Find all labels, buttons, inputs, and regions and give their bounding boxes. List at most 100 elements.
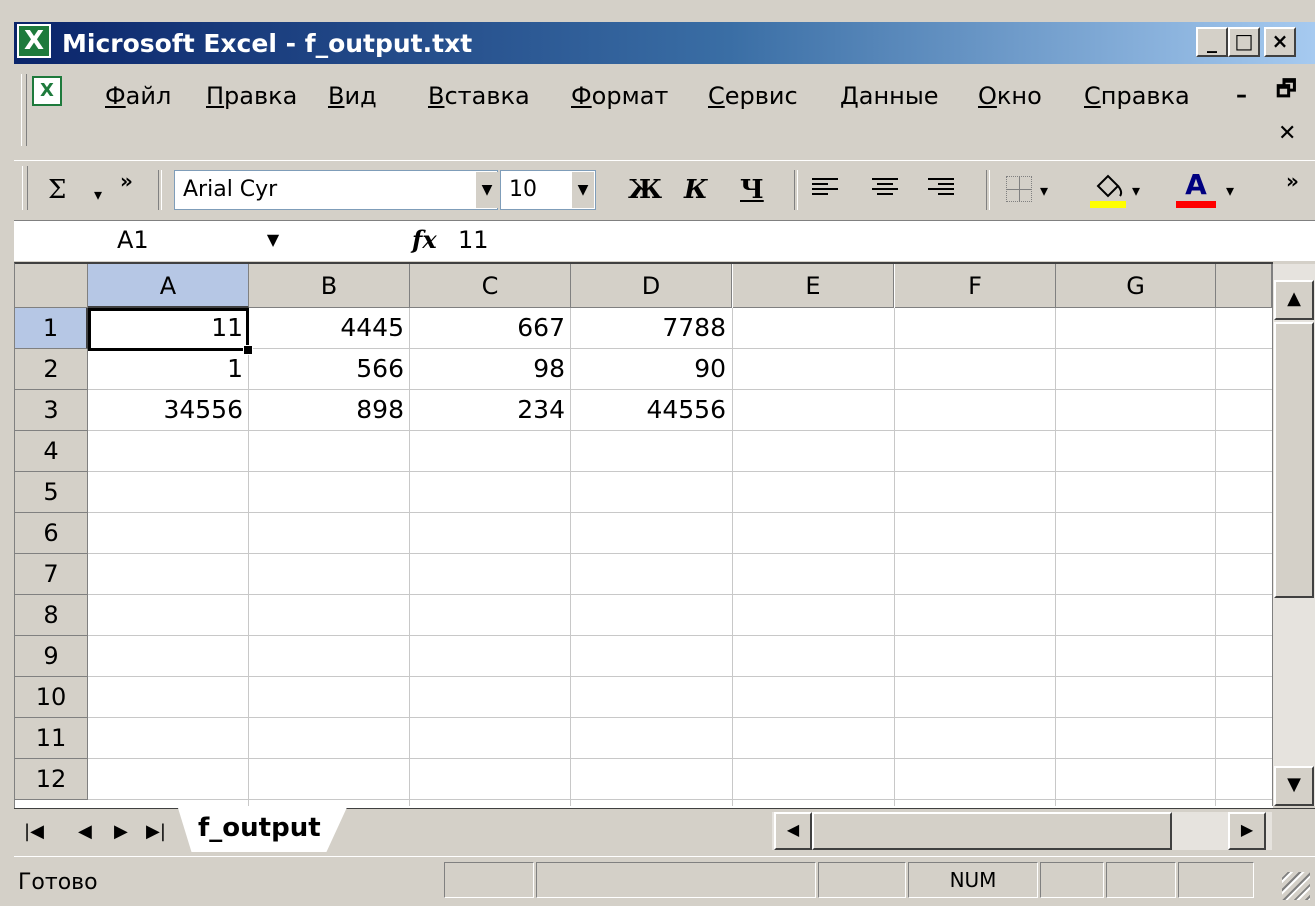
column-header-e[interactable]: E	[733, 264, 894, 308]
scroll-right-button[interactable]: ▶	[1228, 812, 1266, 850]
doc-restore-button[interactable]: 🗗	[1276, 78, 1297, 102]
menu-edit[interactable]: Правка	[206, 82, 297, 110]
cell-b3[interactable]: 898	[249, 390, 410, 430]
row-header-9[interactable]: 9	[15, 636, 88, 677]
name-box[interactable]: A1	[14, 222, 290, 258]
menu-tools[interactable]: Сервис	[708, 82, 798, 110]
autosum-button[interactable]: Σ	[48, 175, 66, 205]
toolbar-separator	[794, 170, 798, 210]
toolbar-overflow-button[interactable]: »	[1286, 166, 1299, 196]
borders-dropdown-icon[interactable]: ▾	[1040, 182, 1048, 200]
cell-d2[interactable]: 90	[571, 349, 732, 389]
row-header-7[interactable]: 7	[15, 554, 88, 595]
name-box-dropdown-icon[interactable]: ▼	[258, 222, 288, 258]
align-right-icon[interactable]	[928, 178, 954, 200]
row-gridline	[88, 430, 1272, 431]
scroll-up-button[interactable]: ▲	[1274, 280, 1314, 320]
cell-b2[interactable]: 566	[249, 349, 410, 389]
scroll-left-button[interactable]: ◀	[774, 812, 812, 850]
underline-button[interactable]: Ч	[740, 175, 764, 205]
fill-handle[interactable]	[243, 345, 253, 355]
column-header-b[interactable]: B	[249, 264, 410, 308]
column-header-d[interactable]: D	[571, 264, 732, 308]
toolbar-grip[interactable]	[22, 166, 28, 210]
italic-button[interactable]: К	[684, 175, 708, 205]
menu-data[interactable]: Данные	[840, 82, 939, 110]
next-sheet-button[interactable]: ▶	[114, 818, 128, 846]
menu-view[interactable]: Вид	[328, 82, 377, 110]
menu-bar-grip[interactable]	[21, 74, 27, 146]
row-header-3[interactable]: 3	[15, 390, 88, 431]
column-gridline	[1055, 308, 1056, 806]
font-color-dropdown-icon[interactable]: ▾	[1226, 182, 1234, 200]
row-header-4[interactable]: 4	[15, 431, 88, 472]
last-sheet-button[interactable]: ▶|	[146, 818, 166, 846]
toolbar-more-button[interactable]: »	[120, 166, 133, 196]
bold-button[interactable]: Ж	[628, 175, 662, 205]
toolbar-separator	[158, 170, 162, 210]
menu-help[interactable]: Справка	[1084, 82, 1190, 110]
fill-color-icon[interactable]	[1090, 172, 1126, 208]
row-gridline	[88, 635, 1272, 636]
vertical-scroll-thumb[interactable]	[1274, 322, 1314, 598]
cell-b1[interactable]: 4445	[249, 308, 410, 348]
first-sheet-button[interactable]: |◀	[24, 818, 44, 846]
autosum-dropdown-icon[interactable]: ▾	[94, 186, 102, 204]
column-header-c[interactable]: C	[410, 264, 571, 308]
row-header-5[interactable]: 5	[15, 472, 88, 513]
menu-file[interactable]: Файл	[105, 82, 171, 110]
row-header-8[interactable]: 8	[15, 595, 88, 636]
row-gridline	[88, 512, 1272, 513]
horizontal-scroll-thumb[interactable]	[812, 812, 1172, 850]
row-header-10[interactable]: 10	[15, 677, 88, 718]
fill-color-dropdown-icon[interactable]: ▾	[1132, 182, 1140, 200]
doc-close-button[interactable]: ✕	[1278, 122, 1296, 146]
status-pane	[818, 862, 906, 898]
document-icon[interactable]: X	[32, 76, 62, 106]
align-left-icon[interactable]	[812, 178, 838, 200]
cell-c2[interactable]: 98	[410, 349, 571, 389]
row-header-6[interactable]: 6	[15, 513, 88, 554]
status-pane	[1178, 862, 1254, 898]
font-color-icon[interactable]: A	[1176, 170, 1216, 208]
cell-c3[interactable]: 234	[410, 390, 571, 430]
fx-icon[interactable]: fx	[412, 222, 437, 258]
close-button[interactable]: ×	[1264, 27, 1296, 57]
row-gridline	[88, 676, 1272, 677]
column-header-g[interactable]: G	[1056, 264, 1216, 308]
cell-d3[interactable]: 44556	[571, 390, 732, 430]
font-name-dropdown-icon[interactable]: ▼	[476, 172, 498, 208]
doc-minimize-button[interactable]: –	[1236, 84, 1247, 108]
column-header-a[interactable]: A	[88, 264, 249, 308]
formula-input[interactable]: 11	[458, 222, 489, 258]
row-header-11[interactable]: 11	[15, 718, 88, 759]
align-center-icon[interactable]	[872, 178, 898, 200]
font-name-select[interactable]: Arial Cyr	[174, 170, 498, 210]
resize-grip-icon[interactable]	[1282, 872, 1310, 900]
borders-icon[interactable]	[1006, 176, 1032, 202]
row-header-12[interactable]: 12	[15, 759, 88, 800]
status-ready: Готово	[18, 870, 98, 895]
maximize-button[interactable]: □	[1228, 27, 1260, 57]
prev-sheet-button[interactable]: ◀	[78, 818, 92, 846]
excel-app-icon[interactable]: X	[17, 24, 51, 58]
row-header-2[interactable]: 2	[15, 349, 88, 390]
menu-format[interactable]: Формат	[571, 82, 668, 110]
row-gridline	[88, 471, 1272, 472]
minimize-button[interactable]: _	[1196, 27, 1228, 57]
column-header-partial[interactable]	[1216, 264, 1272, 308]
font-size-dropdown-icon[interactable]: ▼	[572, 172, 594, 208]
cell-d1[interactable]: 7788	[571, 308, 732, 348]
select-all-corner[interactable]	[15, 264, 88, 308]
row-header-1[interactable]: 1	[15, 308, 88, 349]
cell-a3[interactable]: 34556	[88, 390, 249, 430]
menu-insert[interactable]: Вставка	[428, 82, 530, 110]
column-gridline	[1215, 308, 1216, 806]
cell-c1[interactable]: 667	[410, 308, 571, 348]
sheet-tab-f-output[interactable]: f_output	[178, 808, 347, 852]
scroll-down-button[interactable]: ▼	[1274, 766, 1314, 806]
menu-window[interactable]: Окно	[978, 82, 1042, 110]
cell-a2[interactable]: 1	[88, 349, 249, 389]
column-header-f[interactable]: F	[895, 264, 1056, 308]
name-box-value: A1	[117, 226, 149, 254]
